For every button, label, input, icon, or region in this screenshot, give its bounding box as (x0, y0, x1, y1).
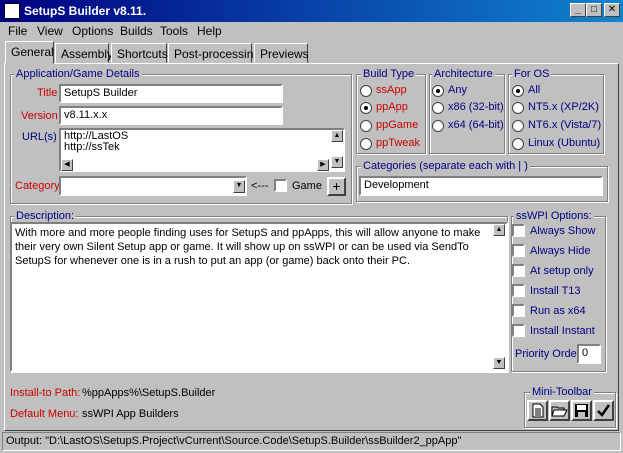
tab-shortcuts[interactable]: Shortcuts (111, 43, 168, 63)
new-button[interactable] (527, 400, 548, 421)
arch-x64-radio[interactable] (432, 120, 444, 132)
always-hide-checkbox[interactable] (512, 244, 525, 257)
categories-legend: Categories (separate each with | ) (361, 160, 530, 172)
at-setup-only-label: At setup only (530, 265, 594, 277)
version-label: Version (21, 110, 58, 122)
title-input[interactable]: SetupS Builder (59, 84, 283, 103)
game-label: Game (292, 180, 322, 192)
install-path-value: %ppApps%\SetupS.Builder (82, 387, 216, 399)
urls-scroll-right[interactable]: ▶ (317, 159, 329, 171)
category-label: Category (15, 180, 60, 192)
os-nt6-radio[interactable] (512, 120, 524, 132)
description-legend: Description: (14, 210, 77, 222)
new-document-icon (532, 403, 544, 418)
minimize-button[interactable]: _ (570, 3, 586, 17)
priority-order-input[interactable]: 0 (577, 344, 601, 364)
maximize-button[interactable]: □ (586, 3, 602, 17)
save-disk-icon (575, 404, 588, 417)
close-button[interactable]: ✕ (604, 3, 620, 17)
details-legend: Application/Game Details (14, 68, 142, 80)
urls-label: URL(s) (22, 131, 57, 143)
window-title: SetupS Builder v8.11. (24, 4, 147, 18)
build-type-pptweak-radio[interactable] (360, 138, 372, 150)
os-nt6-label: NT6.x (Vista/7) (528, 119, 602, 131)
build-type-ppapp-radio[interactable] (360, 102, 372, 114)
always-show-label: Always Show (530, 225, 596, 237)
at-setup-only-checkbox[interactable] (512, 264, 525, 277)
urls-scroll-left[interactable]: ◀ (61, 159, 73, 171)
open-button[interactable] (549, 400, 570, 421)
output-path-text: Output: "D:\LastOS\SetupS.Project\vCurre… (6, 435, 462, 447)
menu-builds[interactable]: Builds (120, 24, 153, 38)
urls-scroll-up[interactable]: ▲ (331, 130, 343, 142)
os-linux-label: Linux (Ubuntu) (528, 137, 601, 149)
architecture-legend: Architecture (432, 68, 495, 80)
app-icon (4, 3, 20, 19)
build-type-ppgame-label: ppGame (376, 119, 419, 131)
install-instant-label: Install Instant (530, 325, 595, 337)
for-os-legend: For OS (512, 68, 552, 80)
categories-input[interactable]: Development (359, 176, 603, 196)
build-type-pptweak-label: ppTweak (376, 137, 421, 149)
category-dropdown-button[interactable]: ▼ (233, 180, 245, 193)
mini-toolbar-legend: Mini-Toolbar (530, 386, 594, 398)
run-as-x64-checkbox[interactable] (512, 304, 525, 317)
description-textarea[interactable]: With more and more people finding uses f… (10, 222, 508, 372)
install-instant-checkbox[interactable] (512, 324, 525, 337)
build-type-ppapp-label: ppApp (376, 101, 408, 113)
arch-x86-radio[interactable] (432, 102, 444, 114)
default-menu-value: ssWPI App Builders (82, 408, 179, 420)
open-folder-icon (551, 406, 568, 417)
game-checkbox[interactable] (274, 179, 287, 192)
os-all-radio[interactable] (512, 85, 524, 97)
default-menu-label: Default Menu: (10, 408, 79, 420)
status-bar: Output: "D:\LastOS\SetupS.Project\vCurre… (2, 432, 621, 451)
urls-scroll-down[interactable]: ▼ (331, 156, 343, 168)
run-as-x64-label: Run as x64 (530, 305, 586, 317)
build-type-ppgame-radio[interactable] (360, 120, 372, 132)
build-type-ssapp-label: ssApp (376, 84, 407, 96)
description-scroll-up[interactable]: ▲ (493, 224, 505, 236)
arch-x64-label: x64 (64-bit) (448, 119, 504, 131)
always-hide-label: Always Hide (530, 245, 591, 257)
tab-general[interactable]: General (5, 41, 54, 64)
save-button[interactable] (571, 400, 592, 421)
tab-previews[interactable]: Previews (254, 43, 309, 63)
title-bar: SetupS Builder v8.11. _ □ ✕ (0, 0, 623, 22)
install-t13-label: Install T13 (530, 285, 581, 297)
version-input[interactable]: v8.11.x.x (59, 106, 283, 125)
description-scroll-down[interactable]: ▼ (493, 357, 505, 369)
menu-file[interactable]: File (8, 24, 27, 38)
os-nt5-label: NT5.x (XP/2K) (528, 101, 599, 113)
category-select[interactable] (59, 176, 247, 196)
tab-post-processing[interactable]: Post-processing (168, 43, 260, 63)
category-arrow-text: <--- (251, 180, 269, 192)
menu-bar: File View Options Builds Tools Help (0, 22, 623, 40)
os-linux-radio[interactable] (512, 138, 524, 150)
menu-options[interactable]: Options (72, 24, 113, 38)
urls-textarea[interactable]: http://LastOS http://ssTek (59, 128, 345, 172)
build-button[interactable] (593, 400, 614, 421)
menu-view[interactable]: View (37, 24, 63, 38)
build-type-ssapp-radio[interactable] (360, 85, 372, 97)
install-t13-checkbox[interactable] (512, 284, 525, 297)
os-nt5-radio[interactable] (512, 102, 524, 114)
always-show-checkbox[interactable] (512, 224, 525, 237)
tab-assembly[interactable]: Assembly (55, 43, 113, 63)
arch-x86-label: x86 (32-bit) (448, 101, 504, 113)
menu-tools[interactable]: Tools (160, 24, 188, 38)
os-all-label: All (528, 84, 541, 96)
menu-help[interactable]: Help (197, 24, 222, 38)
title-label: Title (37, 87, 58, 99)
install-path-label: Install-to Path: (10, 387, 81, 399)
arch-any-radio[interactable] (432, 85, 444, 97)
sswpi-legend: ssWPI Options: (514, 210, 594, 222)
build-type-legend: Build Type (361, 68, 417, 80)
add-category-button[interactable]: + (327, 177, 346, 196)
priority-order-label: Priority Order (515, 348, 581, 360)
checkmark-icon (597, 404, 611, 417)
arch-any-label: Any (448, 84, 467, 96)
